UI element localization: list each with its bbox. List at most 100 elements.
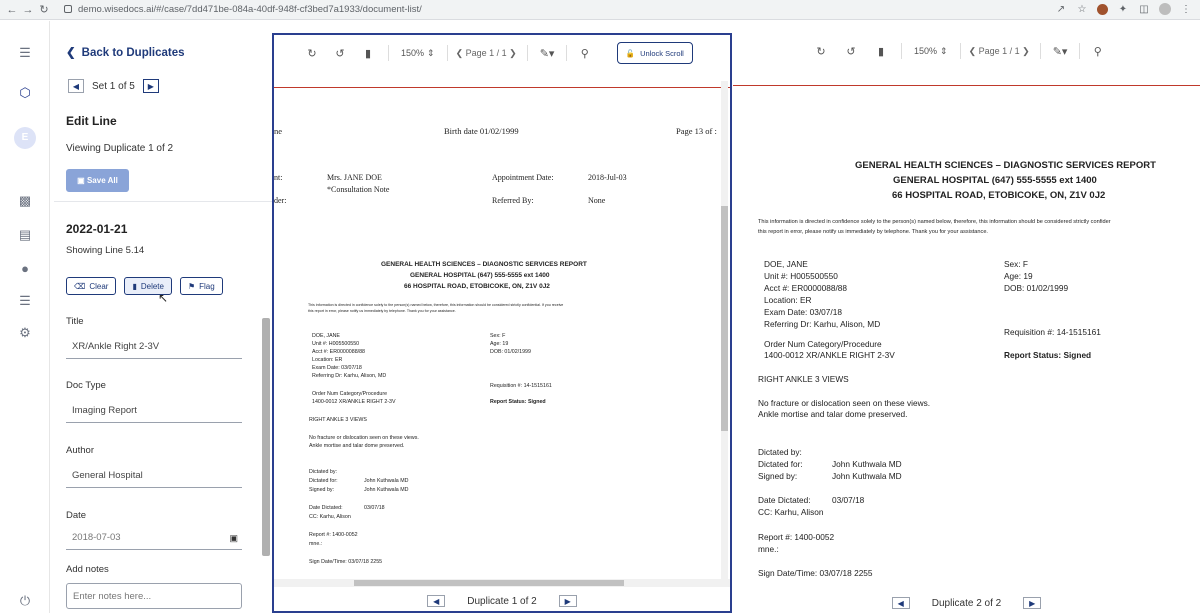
dictated-by-label: Dictated by:	[758, 447, 802, 457]
zoom-control[interactable]: 150% ⇕	[401, 48, 435, 59]
trash-icon[interactable]: ▮	[362, 47, 374, 60]
power-icon[interactable]: ⏻	[17, 593, 33, 609]
appointment-label: Appointment Date:	[492, 173, 554, 182]
undo-icon[interactable]: ↺	[334, 47, 346, 60]
hamburger-menu-icon[interactable]: ☰	[17, 45, 33, 61]
date-of-birth: DOB: 01/02/1999	[1004, 283, 1069, 293]
next-duplicate-button[interactable]: ▶	[1023, 597, 1042, 609]
panel-scrollbar[interactable]	[262, 318, 270, 556]
showing-line-label: Showing Line 5.14	[66, 245, 145, 256]
finding-line-2: Ankle mortise and talar dome preserved.	[758, 409, 908, 419]
back-arrow-icon[interactable]: ←	[4, 4, 20, 16]
signed-by-value: John Kuthwala MD	[832, 471, 902, 481]
address-bar[interactable]: demo.wisedocs.ai/#/case/7dd471be-084a-40…	[58, 2, 422, 18]
zoom-control[interactable]: 150% ⇕	[914, 46, 948, 57]
patient-name: DOE, JANE	[312, 333, 340, 339]
back-to-duplicates-link[interactable]: ❮ Back to Duplicates	[66, 45, 185, 59]
more-menu-icon[interactable]: ⋮	[1180, 4, 1192, 15]
forward-arrow-icon[interactable]: →	[20, 4, 36, 16]
extension-cookie-icon[interactable]	[1097, 3, 1108, 15]
sidebar-panel-icon[interactable]: ◫	[1138, 4, 1150, 15]
label-fragment: der:	[274, 196, 287, 205]
annotate-pen-icon[interactable]: ✎▾	[540, 47, 555, 60]
sliders-icon[interactable]: ☰	[17, 293, 33, 309]
author-field[interactable]: General Hospital	[66, 464, 242, 488]
chevron-left-icon: ❮	[66, 47, 76, 59]
doc-type-label: Doc Type	[66, 380, 106, 391]
next-duplicate-button[interactable]: ▶	[558, 595, 577, 607]
back-label: Back to Duplicates	[81, 47, 185, 59]
flag-icon: ⚑	[187, 281, 196, 291]
title-label: Title	[66, 316, 84, 327]
scroll-thumb[interactable]	[721, 206, 728, 431]
set-navigator: ◀ Set 1 of 5 ▶	[68, 79, 159, 93]
cc-line: CC: Karhu, Alison	[758, 507, 824, 517]
signed-by-label: Signed by:	[309, 487, 335, 493]
separator	[1039, 43, 1041, 59]
annotate-pen-icon[interactable]: ✎▾	[1053, 45, 1068, 58]
vertical-scrollbar[interactable]	[721, 81, 728, 586]
requisition-number: Requisition #: 14-1515161	[490, 383, 552, 389]
title-field[interactable]: XR/Ankle Right 2-3V	[66, 335, 242, 359]
redo-icon[interactable]: ↻	[815, 45, 827, 58]
users-icon[interactable]: ●	[17, 261, 33, 277]
save-all-button[interactable]: ▣ Save All	[66, 169, 129, 192]
zoom-stepper-icon[interactable]: ⇕	[940, 46, 948, 57]
sign-date: Sign Date/Time: 03/07/18 2255	[309, 559, 383, 565]
page-number: Page 13 of :	[676, 126, 717, 136]
page-top-line	[274, 87, 730, 88]
consultation-note: *Consultation Note	[327, 185, 390, 194]
dictated-for-label: Dictated for:	[758, 459, 803, 469]
settings-gear-icon[interactable]: ⚙	[17, 325, 33, 341]
set-counter: Set 1 of 5	[92, 80, 135, 92]
calendar-icon[interactable]: ▣	[229, 526, 238, 550]
previous-duplicate-button[interactable]: ◀	[891, 597, 910, 609]
next-set-button[interactable]: ▶	[142, 79, 159, 93]
reload-icon[interactable]: ↻	[36, 3, 52, 16]
previous-set-button[interactable]: ◀	[68, 79, 84, 93]
finding-line-1: No fracture or dislocation seen on these…	[309, 435, 419, 441]
redo-icon[interactable]: ↻	[306, 47, 318, 60]
app-logo-icon[interactable]: ⬡	[17, 85, 33, 101]
user-avatar[interactable]: E	[14, 127, 36, 149]
star-icon[interactable]: ☆	[1076, 4, 1088, 15]
sex: Sex: F	[490, 333, 506, 339]
scroll-thumb[interactable]	[354, 580, 624, 586]
page-text: Page 1 / 1	[465, 47, 507, 58]
separator	[526, 45, 528, 61]
requisition-number: Requisition #: 14-1515161	[1004, 327, 1101, 337]
report-status: Report Status: Signed	[1004, 350, 1092, 360]
document-page-right: GENERAL HEALTH SCIENCES – DIAGNOSTIC SER…	[733, 93, 1200, 578]
flag-button[interactable]: ⚑ Flag	[179, 277, 223, 295]
page-indicator[interactable]: ❮ Page 1 / 1 ❯	[456, 48, 517, 59]
zoom-stepper-icon[interactable]: ⇕	[427, 48, 435, 59]
previous-duplicate-button[interactable]: ◀	[427, 595, 446, 607]
doc-type-field[interactable]: Imaging Report	[66, 399, 242, 423]
separator	[565, 45, 567, 61]
horizontal-scrollbar[interactable]	[274, 579, 730, 587]
trash-icon[interactable]: ▮	[875, 45, 887, 58]
clear-button[interactable]: ⌫ Clear	[66, 277, 117, 295]
share-icon[interactable]: ↗	[1055, 4, 1067, 15]
unlock-scroll-button[interactable]: 🔓 Unlock Scroll	[616, 42, 693, 64]
undo-icon[interactable]: ↺	[845, 45, 857, 58]
extensions-puzzle-icon[interactable]: ✦	[1117, 4, 1129, 15]
briefcase-icon[interactable]: ▩	[17, 193, 33, 209]
notes-input[interactable]: Enter notes here...	[66, 583, 242, 609]
duplicate-counter: Duplicate 1 of 2	[467, 595, 537, 607]
duplicate-navigator-right: ◀ Duplicate 2 of 2 ▶	[733, 595, 1200, 611]
date-field[interactable]: 2018-07-03 ▣	[66, 526, 242, 550]
profile-avatar-icon[interactable]	[1159, 3, 1171, 15]
report-title: GENERAL HEALTH SCIENCES – DIAGNOSTIC SER…	[381, 261, 587, 268]
separator	[901, 43, 902, 59]
hospital-phone: GENERAL HOSPITAL (647) 555-5555 ext 1400	[893, 175, 1097, 186]
page-indicator[interactable]: ❮ Page 1 / 1 ❯	[969, 46, 1030, 57]
mouse-pointer-icon: ↖	[158, 291, 169, 305]
confidentiality-line-2: this report in error, please notify us i…	[758, 229, 988, 235]
add-notes-label: Add notes	[66, 564, 109, 575]
search-icon[interactable]: ⚲	[1092, 45, 1104, 58]
report-number: Report #: 1400-0052	[758, 532, 835, 542]
chart-icon[interactable]: ▤	[17, 227, 33, 243]
search-icon[interactable]: ⚲	[579, 47, 591, 60]
mne-line: mne.:	[309, 541, 323, 547]
